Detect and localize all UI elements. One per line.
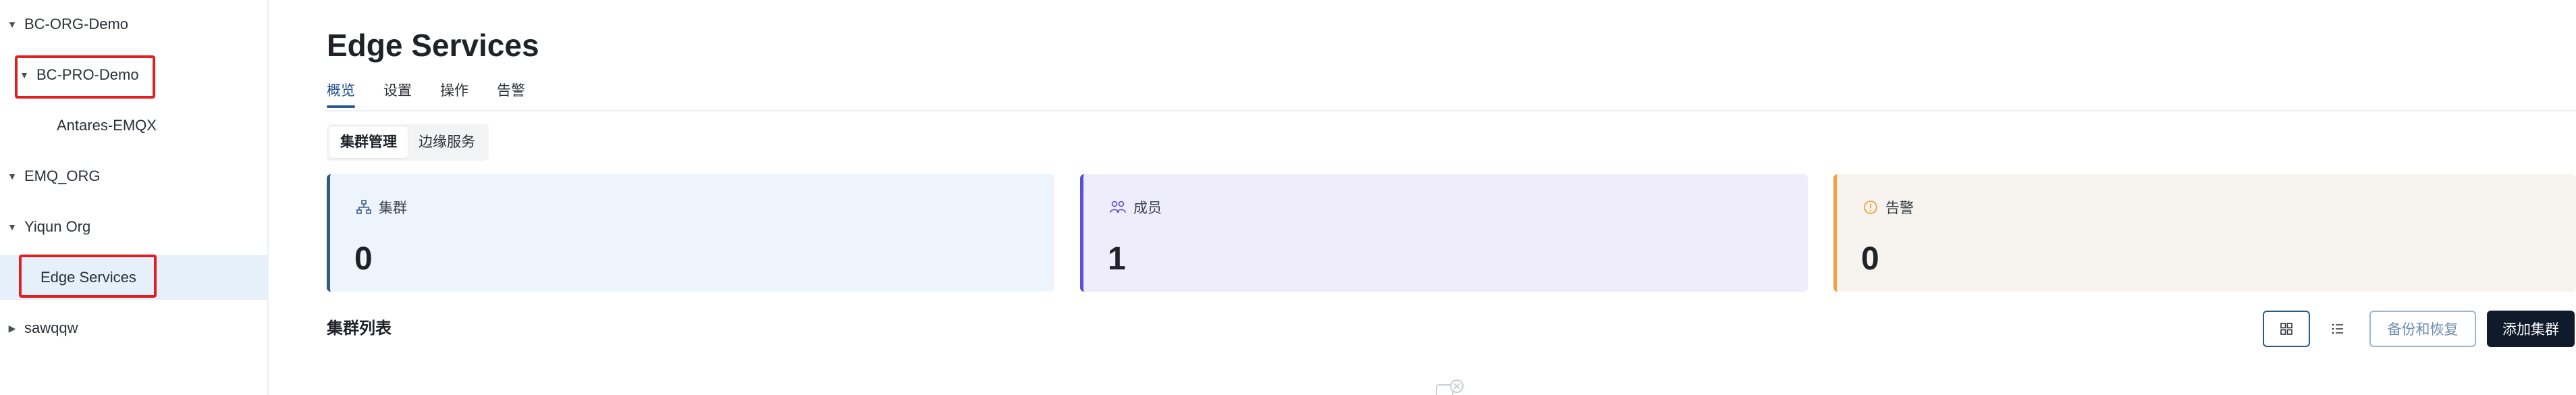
section-title: 集群列表 (327, 319, 392, 338)
tree-item-antares-emqx[interactable]: Antares-EMQX (0, 103, 267, 148)
stat-card-clusters: 集群 0 (327, 174, 1054, 292)
stat-label: 告警 (1885, 201, 1914, 216)
tree-item-label: Yiqun Org (24, 218, 91, 235)
tree-item-label: sawqqw (24, 319, 78, 336)
page-title: Edge Services (327, 28, 539, 63)
backup-restore-button[interactable]: 备份和恢复 (2369, 311, 2476, 347)
tree-item-label: Antares-EMQX (57, 117, 157, 134)
tab-overview[interactable]: 概览 (327, 80, 355, 108)
segment-tab-edge-services[interactable]: 边缘服务 (408, 127, 486, 158)
alert-icon (1864, 201, 1877, 214)
top-tabs: 概览 设置 操作 告警 (327, 80, 554, 108)
tree-item-label: Edge Services (41, 269, 136, 286)
caret-down-icon[interactable]: ▼ (12, 70, 36, 80)
tree-item-emq-org[interactable]: ▼ EMQ_ORG (0, 154, 267, 199)
caret-right-icon[interactable]: ▶ (0, 323, 24, 334)
org-tree-sidebar: ▼ BC-ORG-Demo ▼ BC-PRO-Demo Antares-EMQX… (0, 0, 269, 395)
tree-item-label: BC-PRO-Demo (36, 66, 139, 83)
stat-card-members: 成员 1 (1080, 174, 1808, 292)
stat-card-alerts: 告警 0 (1833, 174, 2576, 292)
members-icon (1110, 201, 1126, 213)
stat-value: 1 (1108, 241, 1126, 277)
grid-icon (2280, 323, 2292, 335)
empty-state-icon (1436, 379, 1464, 395)
caret-down-icon[interactable]: ▼ (0, 221, 24, 232)
stat-label: 成员 (1133, 201, 1162, 216)
tree-item-edge-services[interactable]: Edge Services (0, 255, 267, 300)
tabs-divider (327, 110, 2576, 111)
stat-label: 集群 (379, 201, 407, 216)
tab-operations[interactable]: 操作 (440, 80, 468, 108)
cluster-icon (356, 200, 371, 214)
tree-item-yiqun-org[interactable]: ▼ Yiqun Org (0, 205, 267, 249)
grid-view-button[interactable] (2263, 311, 2310, 347)
list-icon (2332, 323, 2343, 334)
stat-value: 0 (354, 241, 373, 277)
caret-down-icon[interactable]: ▼ (0, 19, 24, 30)
segment-tabs: 集群管理 边缘服务 (327, 124, 489, 161)
tree-item-label: EMQ_ORG (24, 167, 101, 184)
main-content: Edge Services 概览 设置 操作 告警 集群管理 边缘服务 集群 0 (269, 0, 2576, 395)
add-cluster-button[interactable]: 添加集群 (2487, 311, 2575, 347)
cluster-list-toolbar: 备份和恢复 添加集群 (2263, 311, 2575, 347)
tree-item-label: BC-ORG-Demo (24, 16, 129, 32)
list-view-button[interactable] (2317, 311, 2359, 347)
segment-tab-cluster-management[interactable]: 集群管理 (329, 127, 408, 158)
stat-value: 0 (1861, 241, 1879, 277)
tree-item-bc-org-demo[interactable]: ▼ BC-ORG-Demo (0, 2, 267, 47)
tree-item-bc-pro-demo[interactable]: ▼ BC-PRO-Demo (0, 53, 267, 97)
tab-alerts[interactable]: 告警 (497, 80, 525, 108)
caret-down-icon[interactable]: ▼ (0, 171, 24, 182)
tree-item-sawqqw[interactable]: ▶ sawqqw (0, 306, 267, 350)
tab-settings[interactable]: 设置 (383, 80, 412, 108)
